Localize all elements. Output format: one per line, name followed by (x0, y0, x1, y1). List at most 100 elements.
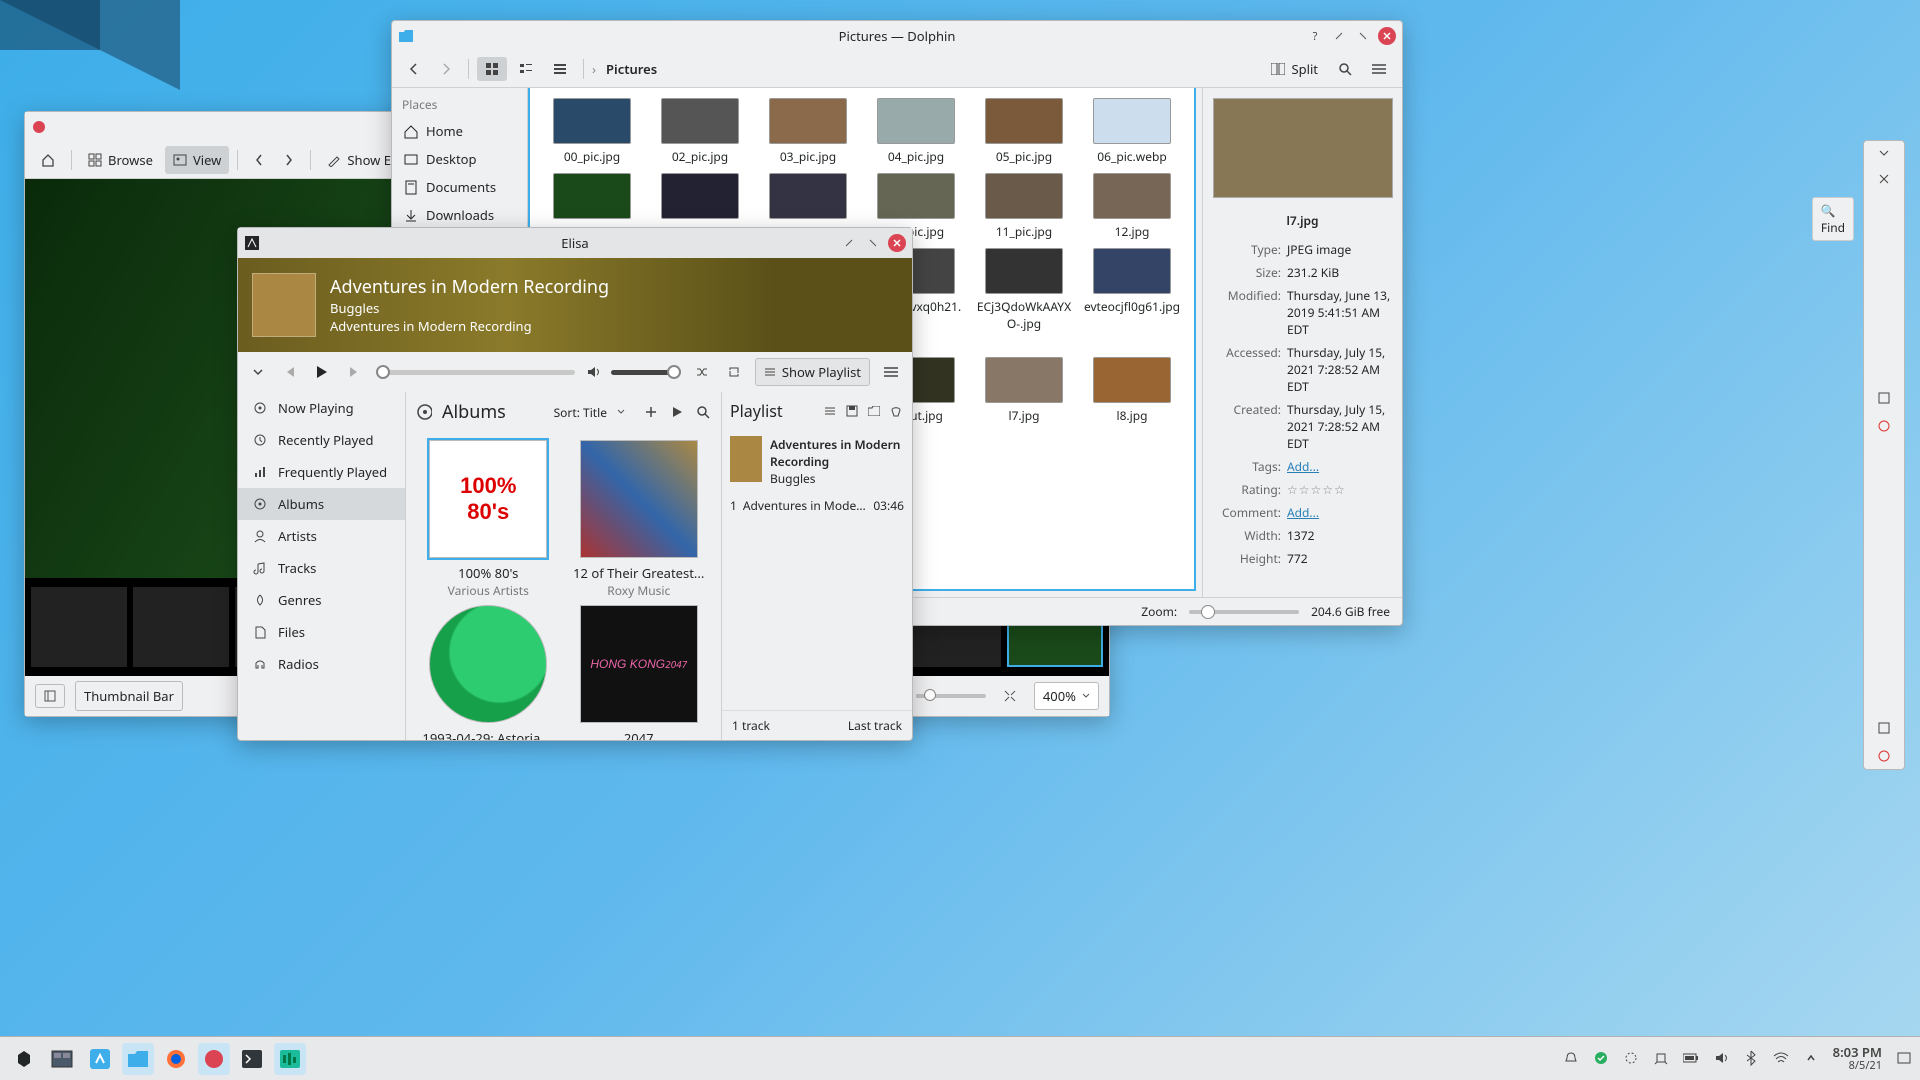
home-button[interactable] (33, 148, 63, 172)
file-thumb[interactable]: 06_pic.webp (1080, 98, 1184, 165)
zoom-slider[interactable] (916, 694, 986, 698)
zoom-slider[interactable] (1189, 610, 1299, 614)
places-item-home[interactable]: Home (392, 117, 527, 145)
play-all-icon[interactable] (669, 404, 685, 420)
sidebar-item-radios[interactable]: Radios (238, 648, 405, 680)
playlist-current[interactable]: Adventures in Modern Recording Buggles (722, 430, 912, 493)
compact-view-button[interactable] (511, 57, 541, 81)
volume-slider[interactable] (611, 370, 681, 375)
tray-notifications-icon[interactable] (1563, 1050, 1579, 1066)
view-button[interactable]: View (165, 146, 229, 174)
album-item[interactable]: 100%80's100% 80'sVarious Artists (418, 440, 559, 599)
task-elisa[interactable] (274, 1043, 306, 1075)
file-thumb[interactable]: 00_pic.jpg (540, 98, 644, 165)
close-button[interactable] (1378, 27, 1396, 45)
chevron-down-icon[interactable] (1878, 147, 1890, 159)
task-gwenview[interactable] (198, 1043, 230, 1075)
play-button[interactable] (310, 360, 334, 384)
action-icon[interactable] (1877, 749, 1891, 763)
file-thumb[interactable]: 04_pic.jpg (864, 98, 968, 165)
task-konsole[interactable] (236, 1043, 268, 1075)
file-thumb[interactable]: 02_pic.jpg (648, 98, 752, 165)
sidebar-item-artists[interactable]: Artists (238, 520, 405, 552)
thumbnail-bar-button[interactable]: Thumbnail Bar (75, 681, 183, 711)
forward-button[interactable] (432, 57, 460, 81)
app-launcher[interactable] (8, 1043, 40, 1075)
tray-keyboard-icon[interactable] (1653, 1050, 1669, 1066)
elisa-window[interactable]: Elisa Adventures in Modern Recording Bug… (237, 227, 913, 741)
sidebar-item-tracks[interactable]: Tracks (238, 552, 405, 584)
action-icon[interactable] (1877, 419, 1891, 433)
sidebar-item-now-playing[interactable]: Now Playing (238, 392, 405, 424)
maximize-button[interactable] (1354, 27, 1372, 45)
minimize-button[interactable] (1330, 27, 1348, 45)
playlist-clear-icon[interactable] (888, 403, 904, 419)
show-playlist-button[interactable]: Show Playlist (755, 358, 870, 386)
playlist-save-icon[interactable] (844, 403, 860, 419)
album-item[interactable]: 12 of Their Greatest...Roxy Music (569, 440, 710, 599)
playlist-list-icon[interactable] (822, 403, 838, 419)
close-button[interactable] (888, 234, 906, 252)
file-thumb[interactable]: 12.jpg (1080, 173, 1184, 240)
help-button[interactable]: ? (1306, 27, 1324, 45)
album-item[interactable]: HONG KONG20472047Hong Kong Express (569, 605, 710, 740)
breadcrumb[interactable]: Pictures (600, 58, 663, 80)
zoom-100-button[interactable] (996, 685, 1024, 707)
file-thumb[interactable]: 03_pic.jpg (756, 98, 860, 165)
chevron-down-icon[interactable] (248, 362, 268, 382)
file-thumb[interactable]: ECj3QdoWkAAYXO-.jpg (972, 248, 1076, 349)
file-thumb[interactable]: l8.jpg (1080, 357, 1184, 424)
details-view-button[interactable] (545, 57, 575, 81)
tray-network-icon[interactable] (1773, 1050, 1789, 1066)
tray-desktop-icon[interactable] (1896, 1050, 1912, 1066)
playlist-track[interactable]: 1 Adventures in Modern R... 03:46 (722, 493, 912, 518)
shuffle-button[interactable] (691, 361, 713, 383)
search-icon[interactable] (695, 404, 711, 420)
hamburger-button[interactable] (1364, 58, 1394, 80)
back-button[interactable] (400, 57, 428, 81)
action-icon[interactable] (1877, 721, 1891, 735)
tray-chevron-icon[interactable] (1803, 1050, 1819, 1066)
zoom-combo[interactable]: 400% (1034, 682, 1099, 710)
info-comment-add[interactable]: Add... (1287, 504, 1319, 521)
tray-bluetooth-icon[interactable] (1743, 1050, 1759, 1066)
close-icon[interactable] (1878, 173, 1890, 185)
sort-button[interactable]: Sort: Title (554, 404, 607, 421)
action-icon[interactable] (1877, 391, 1891, 405)
clock[interactable]: 8:03 PM 8/5/21 (1833, 1045, 1882, 1071)
icons-view-button[interactable] (477, 57, 507, 81)
add-icon[interactable] (643, 404, 659, 420)
tray-volume-icon[interactable] (1713, 1050, 1729, 1066)
strip-thumb[interactable] (133, 587, 229, 667)
places-item-downloads[interactable]: Downloads (392, 201, 527, 229)
album-item[interactable]: 1993-04-29: Astoria ...Midnight Oil (418, 605, 559, 740)
dolphin-titlebar[interactable]: Pictures — Dolphin ? (392, 21, 1402, 51)
task-dolphin[interactable] (122, 1043, 154, 1075)
browse-button[interactable]: Browse (80, 146, 161, 174)
file-thumb[interactable]: 05_pic.jpg (972, 98, 1076, 165)
places-item-desktop[interactable]: Desktop (392, 145, 527, 173)
task-firefox[interactable] (160, 1043, 192, 1075)
tray-battery-icon[interactable] (1683, 1050, 1699, 1066)
sidebar-item-recently-played[interactable]: Recently Played (238, 424, 405, 456)
info-tags-add[interactable]: Add... (1287, 458, 1319, 475)
sidebar-item-genres[interactable]: Genres (238, 584, 405, 616)
next-track-button[interactable] (344, 361, 366, 383)
repeat-button[interactable] (723, 361, 745, 383)
find-button[interactable]: 🔍 Find (1812, 197, 1854, 241)
menu-button[interactable] (880, 362, 902, 382)
sidebar-item-albums[interactable]: Albums (238, 488, 405, 520)
search-button[interactable] (1330, 57, 1360, 81)
minimize-button[interactable] (840, 234, 858, 252)
progress-slider[interactable] (376, 370, 575, 375)
info-rating[interactable]: ☆☆☆☆☆ (1287, 481, 1392, 498)
playlist-folder-icon[interactable] (866, 403, 882, 419)
sidebar-item-files[interactable]: Files (238, 616, 405, 648)
file-thumb[interactable]: evteocjfl0g61.jpg (1080, 248, 1184, 349)
file-thumb[interactable]: l7.jpg (972, 357, 1076, 424)
nav-back[interactable] (246, 148, 272, 172)
volume-icon[interactable] (585, 364, 601, 380)
tray-updates-icon[interactable] (1593, 1050, 1609, 1066)
task-pager[interactable] (46, 1043, 78, 1075)
places-item-documents[interactable]: Documents (392, 173, 527, 201)
